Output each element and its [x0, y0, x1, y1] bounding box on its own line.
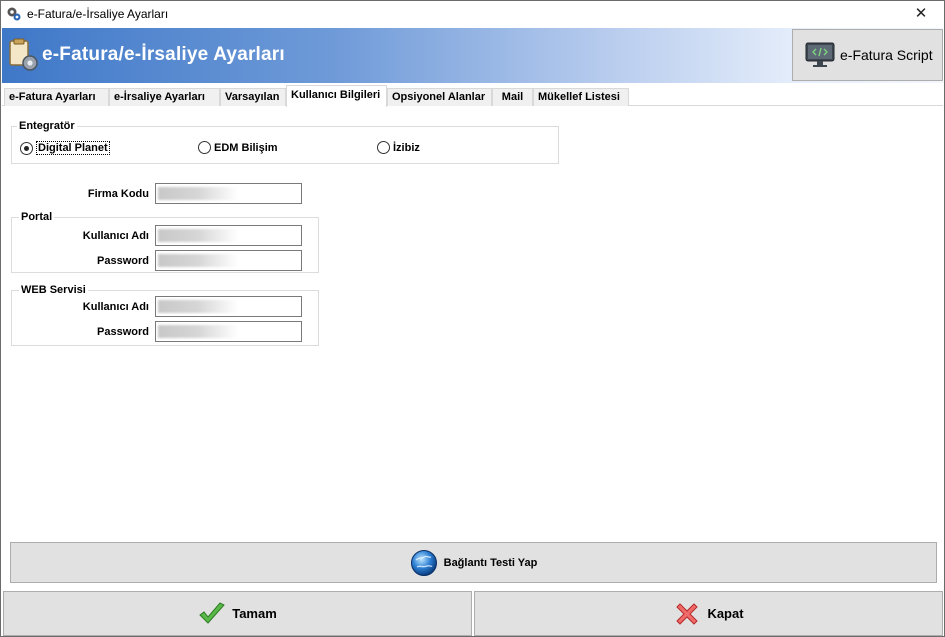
tab-label: Mail [501, 91, 524, 103]
radio-edm-bilisim[interactable]: EDM Bilişim [198, 141, 278, 154]
close-button[interactable]: Kapat [474, 591, 943, 636]
close-label: Kapat [707, 606, 744, 621]
masked-value [158, 254, 238, 267]
tab-label: e-İrsaliye Ayarları [114, 91, 205, 103]
code-monitor-icon [805, 42, 835, 67]
radio-dot [20, 141, 33, 155]
portal-password-input[interactable] [155, 250, 302, 271]
tab-eirsaliye-ayarlari[interactable]: e-İrsaliye Ayarları [109, 88, 220, 106]
masked-value [158, 325, 238, 338]
header-banner: e-Fatura/e-İrsaliye Ayarları e-Fatura Sc… [2, 28, 943, 83]
web-service-legend: WEB Servisi [19, 284, 88, 296]
ok-button[interactable]: Tamam [3, 591, 472, 636]
settings-window: e-Fatura/e-İrsaliye Ayarları ✕ e-Fatura/… [0, 0, 945, 637]
ws-password-label: Password [97, 326, 149, 338]
document-gear-icon [9, 38, 38, 71]
ws-username-input[interactable] [155, 296, 302, 317]
tab-mail[interactable]: Mail [492, 88, 533, 106]
masked-value [158, 300, 238, 313]
checkmark-icon [199, 601, 226, 624]
portal-username-label: Kullanıcı Adı [82, 230, 149, 242]
radio-izibiz[interactable]: İzibiz [377, 141, 420, 154]
globe-icon [410, 549, 437, 576]
radio-label: Digital Planet [36, 141, 110, 155]
tab-mukellef-listesi[interactable]: Mükellef Listesi [533, 88, 629, 106]
masked-value [158, 229, 238, 242]
red-x-icon [676, 602, 699, 625]
masked-value [158, 187, 238, 200]
portal-password-label: Password [97, 255, 149, 267]
ws-username-label: Kullanıcı Adı [82, 301, 149, 313]
tab-content: Entegratör Digital Planet EDM Bilişim İz… [2, 106, 943, 546]
banner-title: e-Fatura/e-İrsaliye Ayarları [42, 44, 285, 65]
ok-label: Tamam [232, 606, 277, 621]
efatura-script-label: e-Fatura Script [840, 47, 933, 63]
portal-legend: Portal [19, 211, 55, 223]
radio-dot [198, 141, 211, 154]
radio-digital-planet[interactable]: Digital Planet [20, 141, 110, 155]
tab-label: Kullanıcı Bilgileri [291, 89, 381, 101]
tab-label: Opsiyonel Alanlar [392, 91, 486, 103]
radio-label: İzibiz [393, 141, 420, 154]
tab-varsayilan[interactable]: Varsayılan [220, 88, 286, 106]
tab-strip: e-Fatura Ayarları e-İrsaliye Ayarları Va… [2, 85, 943, 107]
firm-code-input[interactable] [155, 183, 302, 204]
efatura-script-button[interactable]: e-Fatura Script [792, 29, 943, 81]
close-icon[interactable]: ✕ [898, 1, 944, 27]
tab-label: Varsayılan [225, 91, 280, 103]
test-connection-label: Bağlantı Testi Yap [443, 556, 538, 569]
firm-code-label: Firma Kodu [87, 188, 149, 200]
gear-document-icon [7, 7, 21, 21]
tab-opsiyonel-alanlar[interactable]: Opsiyonel Alanlar [387, 88, 492, 106]
ws-password-input[interactable] [155, 321, 302, 342]
title-bar: e-Fatura/e-İrsaliye Ayarları ✕ [1, 1, 944, 27]
window-title: e-Fatura/e-İrsaliye Ayarları [27, 7, 169, 21]
test-connection-button[interactable]: Bağlantı Testi Yap [10, 542, 937, 583]
tab-efatura-ayarlari[interactable]: e-Fatura Ayarları [4, 88, 109, 106]
tab-kullanici-bilgileri[interactable]: Kullanıcı Bilgileri [286, 85, 387, 107]
tab-label: e-Fatura Ayarları [9, 91, 96, 103]
integrator-legend: Entegratör [17, 120, 77, 132]
tab-label: Mükellef Listesi [538, 91, 620, 103]
radio-dot [377, 141, 390, 154]
portal-username-input[interactable] [155, 225, 302, 246]
radio-label: EDM Bilişim [214, 141, 278, 154]
